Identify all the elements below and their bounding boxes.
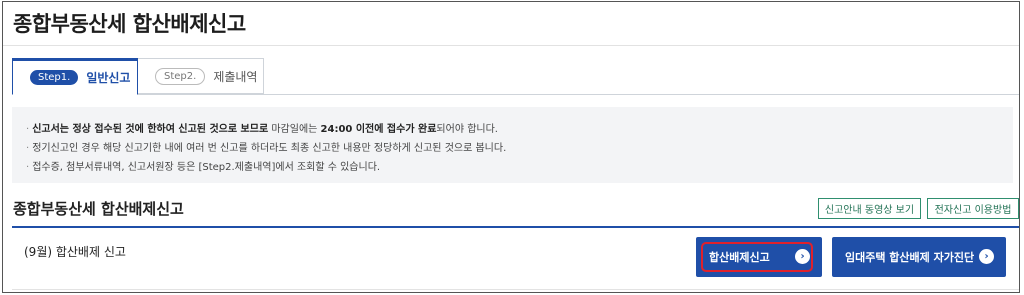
bullet-icon: · <box>26 162 30 173</box>
exclusion-report-button[interactable]: 합산배제신고 › <box>696 237 822 277</box>
bullet-icon: · <box>26 124 30 135</box>
video-guide-button[interactable]: 신고안내 동영상 보기 <box>818 198 921 219</box>
notice-line-3: · 접수증, 첨부서류내역, 신고서원장 등은 [Step2.제출내역]에서 조회… <box>26 158 1013 177</box>
notice-box: · 신고서는 정상 접수된 것에 한하여 신고된 것으로 보므로 마감일에는 24… <box>12 107 1013 183</box>
arrow-right-icon: › <box>795 249 810 264</box>
rental-self-check-label: 임대주택 합산배제 자가진단 <box>845 251 975 264</box>
notice-line-3-text: 접수증, 첨부서류내역, 신고서원장 등은 [Step2.제출내역]에서 조회할… <box>32 162 381 173</box>
notice-line-1-text-a: 마감일에는 <box>268 124 321 135</box>
tabs-divider <box>12 94 1019 95</box>
notice-line-2-text: 정기신고인 경우 해당 신고기한 내에 여러 번 신고를 하더라도 최종 신고한… <box>32 143 507 154</box>
tab-step2-label: 제출내역 <box>213 69 258 84</box>
step1-pill: Step1. <box>30 70 79 85</box>
title-divider <box>3 45 1019 46</box>
tab-step2-submission-history[interactable]: Step2. 제출내역 <box>138 58 264 94</box>
exclusion-report-label: 합산배제신고 <box>709 251 770 264</box>
report-row-label: (9월) 합산배제 신고 <box>24 245 126 259</box>
section-title: 종합부동산세 합산배제신고 <box>13 200 184 218</box>
bullet-icon: · <box>26 143 30 154</box>
tab-step1-general-report[interactable]: Step1. 일반신고 <box>12 58 138 95</box>
rental-self-check-button[interactable]: 임대주택 합산배제 자가진단 › <box>832 237 1006 277</box>
notice-line-1-bold-b: 24:00 이전에 접수가 완료 <box>320 124 437 135</box>
page-title: 종합부동산세 합산배제신고 <box>13 12 246 36</box>
notice-line-1-text-b: 되어야 합니다. <box>436 124 498 135</box>
highlight-outline: 합산배제신고 › <box>701 242 813 272</box>
step-tabs: Step1. 일반신고 Step2. 제출내역 <box>12 58 264 95</box>
report-row: (9월) 합산배제 신고 합산배제신고 › 임대주택 합산배제 자가진단 › <box>12 228 1019 290</box>
main-frame: 종합부동산세 합산배제신고 Step1. 일반신고 Step2. 제출내역 · 신… <box>2 1 1020 293</box>
notice-line-2: · 정기신고인 경우 해당 신고기한 내에 여러 번 신고를 하더라도 최종 신고… <box>26 139 1013 158</box>
tab-step1-label: 일반신고 <box>86 71 131 85</box>
step2-pill: Step2. <box>155 67 206 85</box>
notice-line-1: · 신고서는 정상 접수된 것에 한하여 신고된 것으로 보므로 마감일에는 24… <box>26 120 1013 139</box>
e-filing-guide-button[interactable]: 전자신고 이용방법 <box>927 198 1019 219</box>
notice-line-1-bold-a: 신고서는 정상 접수된 것에 한하여 신고된 것으로 보므로 <box>32 124 269 135</box>
arrow-right-icon: › <box>979 249 994 264</box>
